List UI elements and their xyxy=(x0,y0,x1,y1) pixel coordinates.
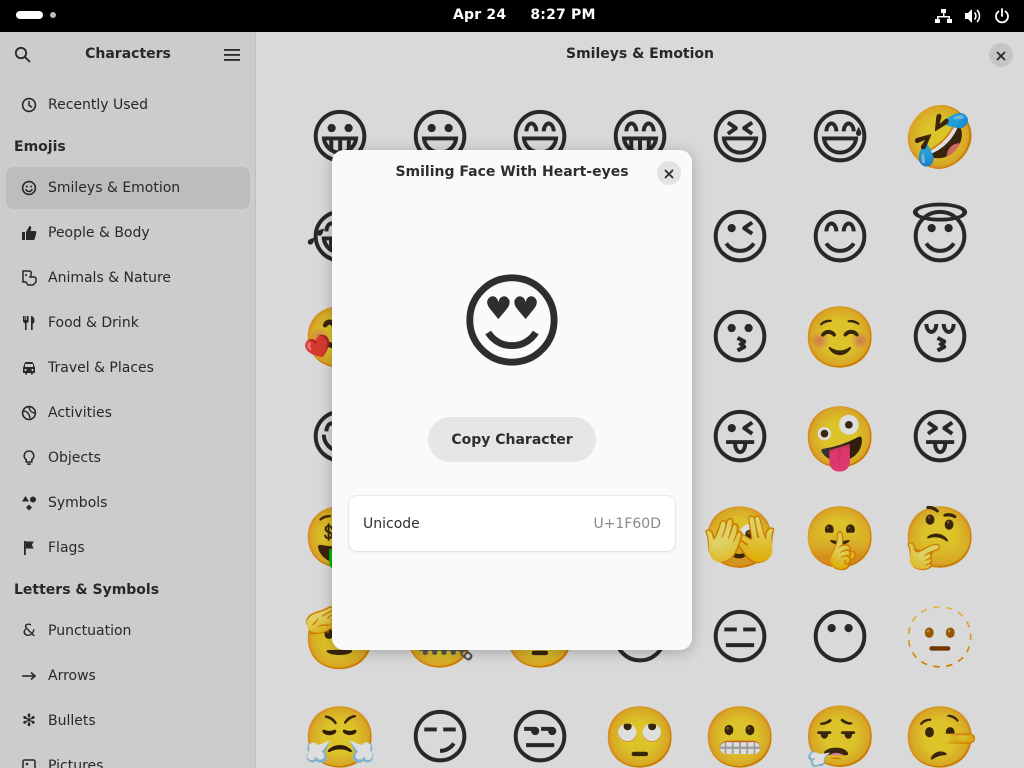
character-preview: 😍 xyxy=(457,261,567,383)
character-details-dialog: Smiling Face With Heart-eyes 😍 Copy Char… xyxy=(332,150,692,650)
power-icon xyxy=(994,8,1010,24)
dialog-title: Smiling Face With Heart-eyes xyxy=(395,164,629,180)
unicode-row: Unicode U+1F60D xyxy=(349,496,675,551)
workspace-active-pill xyxy=(16,11,43,19)
copy-character-button[interactable]: Copy Character xyxy=(428,417,596,462)
unicode-label: Unicode xyxy=(363,515,420,532)
network-icon xyxy=(935,8,952,24)
volume-icon xyxy=(964,8,982,24)
clock-date: Apr 24 xyxy=(453,7,507,23)
close-icon xyxy=(664,164,674,183)
dialog-close-button[interactable] xyxy=(657,161,681,185)
workspace-dot xyxy=(50,12,56,18)
clock[interactable]: Apr 24 8:27 PM xyxy=(453,7,596,23)
clock-time: 8:27 PM xyxy=(530,7,596,23)
top-bar: Apr 24 8:27 PM xyxy=(0,0,1024,32)
activities-indicator[interactable] xyxy=(16,11,56,19)
system-tray[interactable] xyxy=(935,8,1010,24)
unicode-value: U+1F60D xyxy=(593,515,661,532)
